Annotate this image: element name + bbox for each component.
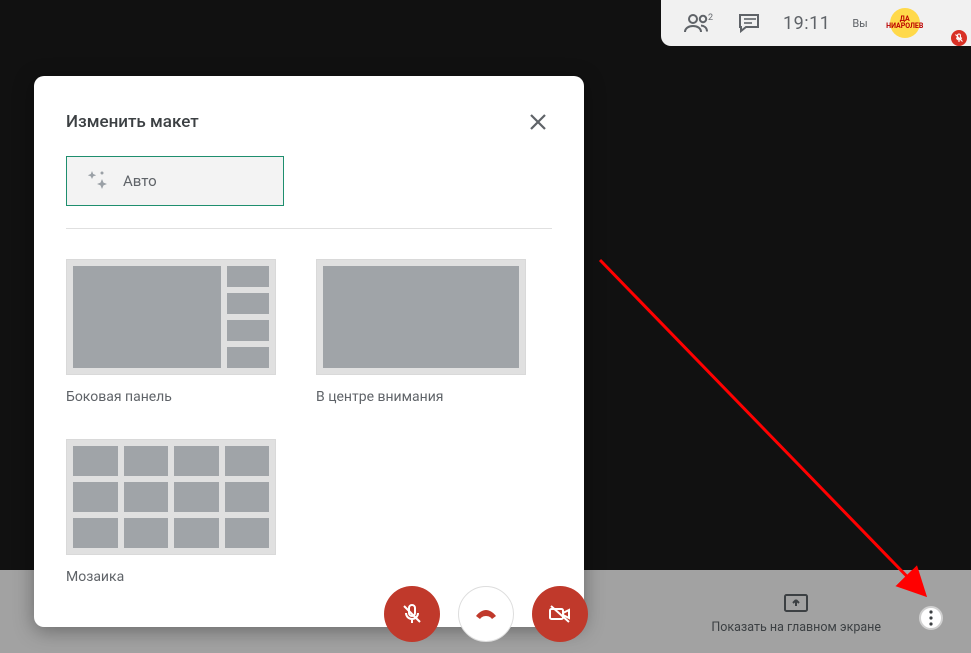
camera-off-icon [547, 601, 573, 627]
layout-option-auto[interactable]: Авто [66, 156, 284, 206]
layout-option-spotlight[interactable]: В центре внимания [316, 259, 526, 405]
close-button[interactable] [524, 108, 552, 136]
avatar[interactable]: ДАНИАРОЛЕВ [890, 8, 920, 38]
you-label: Вы [852, 17, 867, 30]
mic-muted-icon [951, 30, 967, 46]
participant-count: 2 [708, 13, 713, 23]
layout-preview-mosaic [66, 439, 276, 555]
clock: 19:11 [783, 13, 830, 34]
present-screen-button[interactable]: Показать на главном экране [711, 592, 881, 635]
sparkle-icon [85, 169, 109, 193]
change-layout-dialog: Изменить макет Авто [34, 76, 584, 627]
layout-option-sidebar-label: Боковая панель [66, 389, 276, 405]
layout-option-spotlight-label: В центре внимания [316, 389, 526, 405]
present-icon [783, 592, 809, 614]
phone-hangup-icon [471, 599, 501, 629]
layout-preview-spotlight [316, 259, 526, 375]
layout-option-sidebar[interactable]: Боковая панель [66, 259, 276, 405]
layout-option-mosaic[interactable]: Мозаика [66, 439, 276, 585]
more-options-button[interactable] [919, 606, 943, 630]
more-vert-icon [929, 610, 933, 626]
camera-off-button[interactable] [532, 586, 588, 642]
divider [66, 228, 552, 229]
present-label: Показать на главном экране [711, 620, 881, 635]
hangup-button[interactable] [458, 586, 514, 642]
mute-mic-button[interactable] [384, 586, 440, 642]
layout-preview-sidebar [66, 259, 276, 375]
layout-option-mosaic-label: Мозаика [66, 569, 276, 585]
close-icon [528, 112, 548, 132]
top-status-bar: 2 19:11 Вы ДАНИАРОЛЕВ [661, 0, 971, 46]
participants-button[interactable]: 2 [683, 12, 715, 34]
dialog-title: Изменить макет [66, 112, 199, 132]
mic-off-icon [399, 601, 425, 627]
call-controls [384, 586, 588, 642]
chat-button[interactable] [737, 12, 761, 34]
layout-option-auto-label: Авто [123, 172, 157, 190]
